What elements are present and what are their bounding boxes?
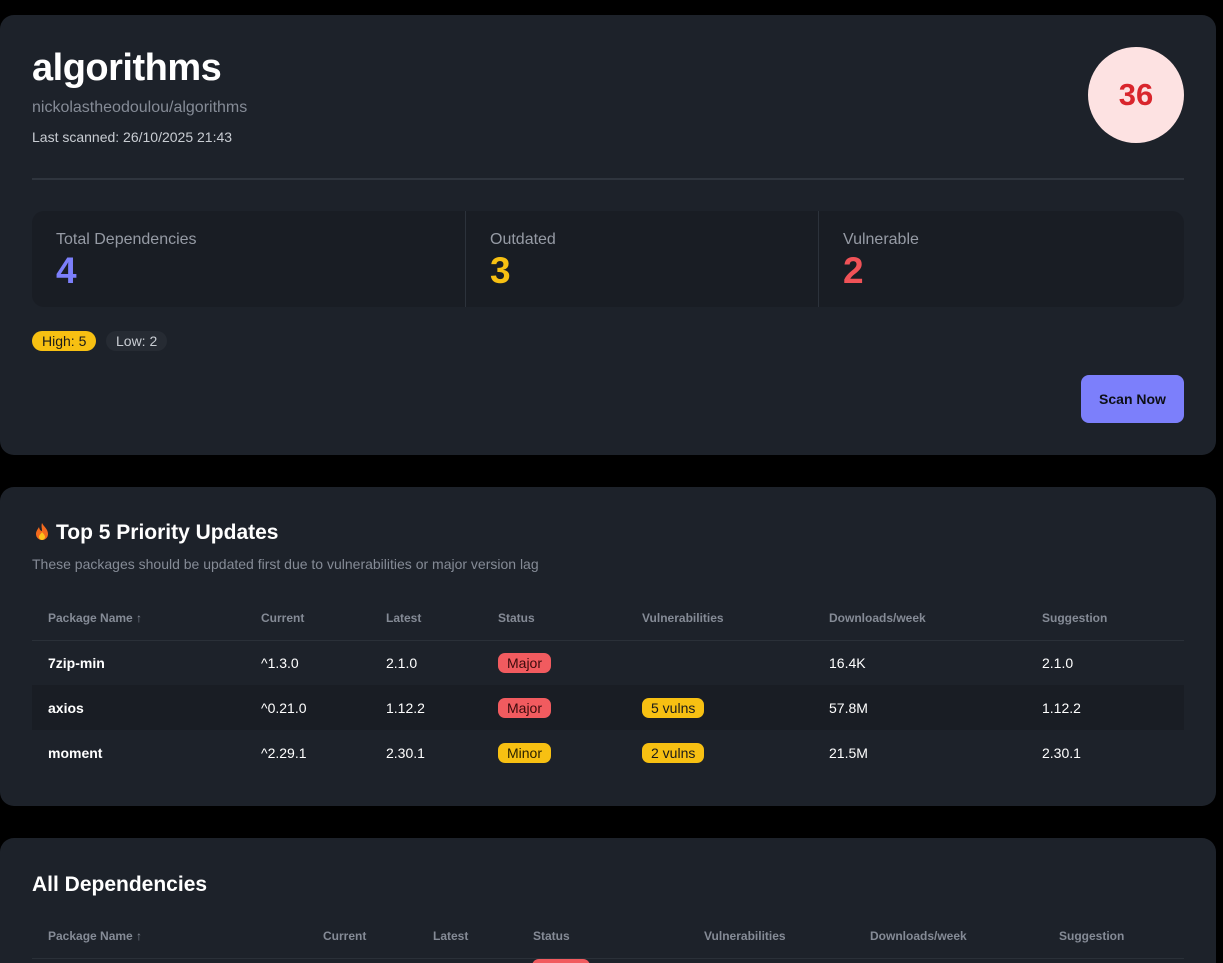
stat-vulnerable: Vulnerable 2 xyxy=(819,211,1184,307)
vulnerabilities-cell xyxy=(626,640,813,685)
package-name: moment xyxy=(48,744,103,761)
priority-table: Package Name ↑ Current Latest Status Vul… xyxy=(32,596,1184,775)
severity-low-badge: Low: 2 xyxy=(106,331,168,351)
column-header-current[interactable]: Current xyxy=(307,914,417,959)
priority-updates-card: Top 5 Priority Updates These packages sh… xyxy=(0,487,1216,806)
table-header-row: Package Name ↑ Current Latest Status Vul… xyxy=(32,914,1184,959)
stat-label: Total Dependencies xyxy=(56,231,197,248)
current-version: ^1.3.0 xyxy=(261,654,299,671)
status-badge: Major xyxy=(498,697,552,718)
latest-version: 2.30.1 xyxy=(386,744,425,761)
column-header-downloads[interactable]: Downloads/week xyxy=(854,914,1043,959)
column-header-latest[interactable]: Latest xyxy=(370,596,482,641)
current-version: ^2.29.1 xyxy=(261,744,307,761)
stat-label: Vulnerable xyxy=(843,231,919,248)
downloads-per-week: 21.5M xyxy=(829,744,868,761)
downloads-per-week: 57.8M xyxy=(813,685,1026,730)
suggested-version: 1.12.2 xyxy=(1026,685,1184,730)
priority-subtitle: These packages should be updated first d… xyxy=(32,556,539,572)
column-header-status[interactable]: Status xyxy=(482,596,626,641)
stat-value: 3 xyxy=(490,250,511,291)
health-score-badge: 36 xyxy=(1088,47,1184,143)
table-row[interactable]: axios ^0.21.0 1.12.2 Major 5 vulns 57.8M… xyxy=(32,685,1184,730)
status-badge xyxy=(532,959,590,963)
table-row[interactable]: 7zip-min ^1.3.0 2.1.0 Major 16.4K 2.1.0 xyxy=(32,640,1184,685)
all-dependencies-card: All Dependencies Package Name ↑ Current … xyxy=(0,838,1216,963)
vulnerabilities-cell: 2 vulns xyxy=(626,730,813,775)
latest-version: 2.1.0 xyxy=(386,654,418,671)
column-header-status[interactable]: Status xyxy=(517,914,688,959)
column-header-package[interactable]: Package Name ↑ xyxy=(32,596,245,641)
fire-icon xyxy=(32,521,52,545)
stat-value: 2 xyxy=(843,250,864,291)
all-dependencies-title: All Dependencies xyxy=(32,873,208,896)
column-header-downloads[interactable]: Downloads/week xyxy=(813,596,1026,641)
stats-panel: Total Dependencies 4 Outdated 3 Vulnerab… xyxy=(32,211,1184,307)
package-name: axios xyxy=(32,685,245,730)
severity-high-badge: High: 5 xyxy=(32,331,97,351)
column-header-vulnerabilities[interactable]: Vulnerabilities xyxy=(688,914,854,959)
suggested-version: 2.1.0 xyxy=(1042,654,1074,671)
column-header-suggestion[interactable]: Suggestion xyxy=(1026,596,1184,641)
package-name: 7zip-min xyxy=(48,654,105,671)
stat-outdated: Outdated 3 xyxy=(466,211,819,307)
latest-version: 1.12.2 xyxy=(370,685,482,730)
downloads-per-week: 16.4K xyxy=(829,654,866,671)
repo-summary-card: algorithms nickolastheodoulou/algorithms… xyxy=(0,15,1216,455)
vulnerabilities-cell: 5 vulns xyxy=(626,685,813,730)
status-cell: Minor xyxy=(482,730,626,775)
table-header-row: Package Name ↑ Current Latest Status Vul… xyxy=(32,596,1184,641)
scan-now-button[interactable]: Scan Now xyxy=(1081,375,1184,423)
last-scanned: Last scanned: 26/10/2025 21:43 xyxy=(32,129,233,145)
stat-label: Outdated xyxy=(490,231,556,248)
repo-title: algorithms xyxy=(32,47,222,89)
stat-value: 4 xyxy=(56,250,77,291)
priority-title: Top 5 Priority Updates xyxy=(32,521,278,545)
status-badge: Minor xyxy=(498,742,552,763)
column-header-latest[interactable]: Latest xyxy=(417,914,517,959)
column-header-package[interactable]: Package Name ↑ xyxy=(32,914,307,959)
status-cell: Major xyxy=(482,685,626,730)
stat-total: Total Dependencies 4 xyxy=(32,211,466,307)
suggested-version: 2.30.1 xyxy=(1042,744,1081,761)
column-header-vulnerabilities[interactable]: Vulnerabilities xyxy=(626,596,813,641)
table-row[interactable]: moment ^2.29.1 2.30.1 Minor 2 vulns 21.5… xyxy=(32,730,1184,775)
column-header-current[interactable]: Current xyxy=(245,596,370,641)
all-dependencies-table: Package Name ↑ Current Latest Status Vul… xyxy=(32,914,1184,959)
column-header-suggestion[interactable]: Suggestion xyxy=(1043,914,1184,959)
status-badge: Major xyxy=(498,652,552,673)
current-version: ^0.21.0 xyxy=(245,685,370,730)
priority-title-text: Top 5 Priority Updates xyxy=(56,521,279,544)
vulnerability-badge: 5 vulns xyxy=(642,697,705,718)
vulnerability-badge: 2 vulns xyxy=(642,742,705,763)
repo-path: nickolastheodoulou/algorithms xyxy=(32,99,248,116)
status-cell: Major xyxy=(482,640,626,685)
divider xyxy=(32,178,1184,180)
